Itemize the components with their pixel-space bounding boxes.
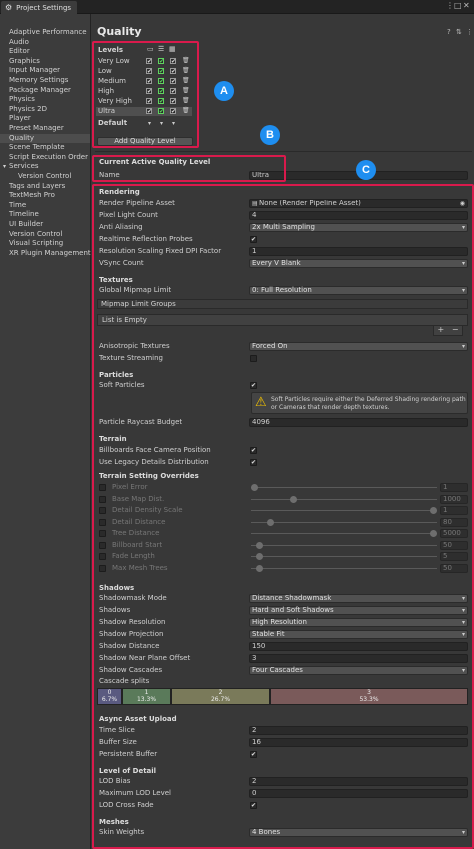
sidebar-item[interactable]: Tags and Layers: [9, 182, 65, 191]
sidebar-item[interactable]: Memory Settings: [9, 76, 68, 85]
annotation-badge-b: B: [260, 125, 280, 145]
sidebar-item[interactable]: Quality: [0, 133, 90, 143]
tab-title: Project Settings: [16, 3, 72, 12]
chevron-down-icon[interactable]: ▾: [3, 162, 6, 171]
annotation-badge-a: A: [214, 81, 234, 101]
close-icon[interactable]: ✕: [463, 1, 470, 10]
sidebar-item[interactable]: Audio: [9, 38, 29, 47]
sidebar-item[interactable]: XR Plugin Management: [9, 249, 91, 258]
annotation-box-a: [92, 41, 199, 148]
divider: [95, 151, 472, 152]
sidebar-item[interactable]: Player: [9, 114, 31, 123]
window-titlebar: ⚙ Project Settings ⋮ □ ✕: [0, 0, 474, 14]
sidebar-item[interactable]: ▾ Services: [3, 162, 39, 171]
sidebar-item[interactable]: Scene Template: [9, 143, 65, 152]
maximize-icon[interactable]: □: [454, 1, 462, 10]
sidebar-item[interactable]: Timeline: [9, 210, 39, 219]
annotation-box-b: [92, 155, 286, 182]
sidebar-item[interactable]: Time: [9, 201, 26, 210]
sidebar-item[interactable]: Script Execution Order: [9, 153, 88, 162]
sidebar-item[interactable]: Adaptive Performance: [9, 28, 87, 37]
sidebar-item[interactable]: Visual Scripting: [9, 239, 63, 248]
sidebar-item[interactable]: Physics 2D: [9, 105, 47, 114]
sidebar-item[interactable]: Editor: [9, 47, 30, 56]
sidebar-item[interactable]: Preset Manager: [9, 124, 64, 133]
sidebar-item[interactable]: TextMesh Pro: [9, 191, 55, 200]
page-title: Quality: [97, 25, 142, 38]
sidebar-item[interactable]: Package Manager: [9, 86, 71, 95]
sidebar-item[interactable]: Physics: [9, 95, 35, 104]
annotation-box-c: [92, 184, 474, 849]
sidebar-item-label: Services: [9, 162, 39, 171]
annotation-badge-c: C: [356, 160, 376, 180]
project-settings-tab[interactable]: ⚙ Project Settings: [1, 1, 77, 14]
kebab-menu-icon[interactable]: ⋮: [446, 1, 454, 10]
sidebar-item[interactable]: UI Builder: [9, 220, 43, 229]
sidebar-item[interactable]: Version Control: [9, 230, 62, 239]
sidebar-item[interactable]: Graphics: [9, 57, 40, 66]
sidebar-item[interactable]: Input Manager: [9, 66, 60, 75]
sidebar-item[interactable]: Version Control: [18, 172, 71, 181]
kebab-menu-icon[interactable]: ⋮: [466, 28, 473, 36]
help-icon[interactable]: ?: [447, 28, 451, 36]
gear-icon: ⚙: [5, 3, 13, 12]
settings-sliders-icon[interactable]: ⇅: [456, 28, 462, 36]
